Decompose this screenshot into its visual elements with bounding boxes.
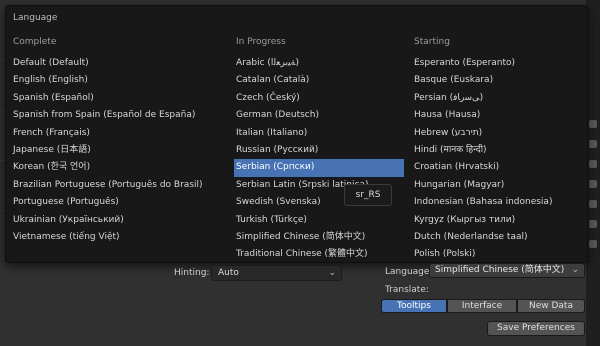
column-in-progress: In Progress Arabic (ﺔﻴﺑﺮﻌﻟﺍ) Catalan (Ca… <box>234 37 404 264</box>
language-item[interactable]: Hindi (मानक हिन्दी) <box>412 142 582 159</box>
language-item[interactable]: Japanese (日本語) <box>11 142 231 159</box>
language-item[interactable]: Croatian (Hrvatski) <box>412 159 582 176</box>
language-item[interactable]: Basque (Euskara) <box>412 72 582 89</box>
language-item[interactable]: Polish (Polski) <box>412 246 582 263</box>
right-toolbar <box>586 0 600 346</box>
save-preferences-button[interactable]: Save Preferences <box>487 321 585 336</box>
language-item[interactable]: French (Français) <box>11 125 231 142</box>
column-heading: In Progress <box>236 37 286 47</box>
column-heading: Starting <box>414 37 450 47</box>
language-value: Simplified Chinese (简体中文) <box>435 265 565 275</box>
language-menu: Language Complete Default (Default) Engl… <box>5 5 588 263</box>
language-item[interactable]: Hebrew (תירבע) <box>412 125 582 142</box>
language-item[interactable]: Simplified Chinese (简体中文) <box>234 229 404 246</box>
language-item[interactable]: Czech (Český) <box>234 90 404 107</box>
hinting-label: Hinting: <box>174 268 210 278</box>
language-item[interactable]: Spanish (Español) <box>11 90 231 107</box>
locale-tooltip: sr_RS <box>344 184 392 206</box>
language-item[interactable]: Korean (한국 언어) <box>11 159 231 176</box>
language-item[interactable]: Dutch (Nederlandse taal) <box>412 229 582 246</box>
language-item[interactable]: Hausa (Hausa) <box>412 107 582 124</box>
chevron-down-icon: ⌄ <box>571 265 579 275</box>
language-item[interactable]: Brazilian Portuguese (Português do Brasi… <box>11 177 231 194</box>
hinting-value: Auto <box>218 268 239 278</box>
hinting-dropdown[interactable]: Auto ⌄ <box>211 265 342 281</box>
language-item[interactable]: Traditional Chinese (繁體中文) <box>234 246 404 263</box>
language-label: Language: <box>385 267 433 277</box>
language-item-selected[interactable]: Serbian (Српски) <box>234 159 404 177</box>
language-item[interactable]: Italian (Italiano) <box>234 125 404 142</box>
language-item[interactable]: Default (Default) <box>11 55 231 72</box>
language-item[interactable]: Persian (ﯽﺳﺭﺎﻓ) <box>412 90 582 107</box>
language-item[interactable]: Ukrainian (Український) <box>11 212 231 229</box>
translate-new-data-toggle[interactable]: New Data <box>517 299 585 313</box>
language-item[interactable]: Vietnamese (tiếng Việt) <box>11 229 231 246</box>
language-item[interactable]: German (Deutsch) <box>234 107 404 124</box>
language-item[interactable]: Russian (Русский) <box>234 142 404 159</box>
language-item[interactable]: Arabic (ﺔﻴﺑﺮﻌﻟﺍ) <box>234 55 404 72</box>
menu-title: Language <box>13 13 58 23</box>
column-heading: Complete <box>13 37 57 47</box>
chevron-down-icon: ⌄ <box>328 268 336 278</box>
language-item[interactable]: Indonesian (Bahasa indonesia) <box>412 194 582 211</box>
translate-tooltips-toggle[interactable]: Tooltips <box>381 299 447 313</box>
language-item[interactable]: Hungarian (Magyar) <box>412 177 582 194</box>
language-item[interactable]: Kyrgyz (Кыргыз тили) <box>412 212 582 229</box>
translate-interface-toggle[interactable]: Interface <box>447 299 517 313</box>
translate-label: Translate: <box>385 285 429 295</box>
language-item[interactable]: Portuguese (Português) <box>11 194 231 211</box>
language-dropdown[interactable]: Simplified Chinese (简体中文) ⌄ <box>429 263 585 278</box>
language-item[interactable]: Esperanto (Esperanto) <box>412 55 582 72</box>
language-item[interactable]: English (English) <box>11 72 231 89</box>
column-starting: Starting Esperanto (Esperanto) Basque (E… <box>412 37 582 264</box>
language-item[interactable]: Spanish from Spain (Español de España) <box>11 107 231 124</box>
column-complete: Complete Default (Default) English (Engl… <box>11 37 231 246</box>
language-item[interactable]: Turkish (Türkçe) <box>234 212 404 229</box>
language-item[interactable]: Catalan (Català) <box>234 72 404 89</box>
